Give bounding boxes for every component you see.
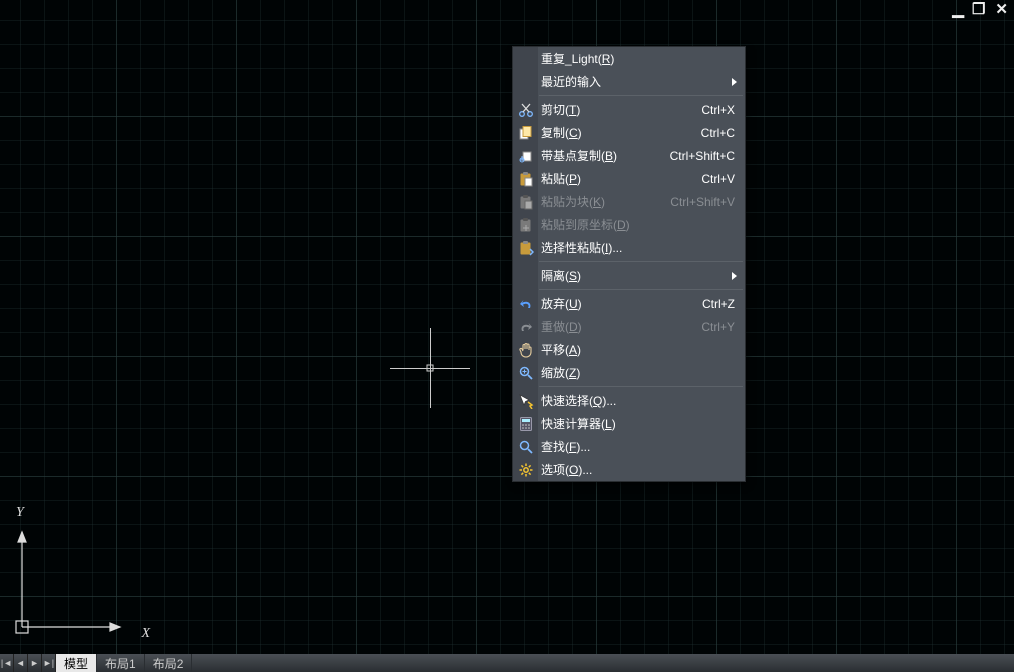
- menu-copybase-label: 带基点复制(B): [541, 147, 670, 164]
- menu-pan[interactable]: 平移(A): [513, 338, 745, 361]
- menu-isolate-label: 隔离(S): [541, 267, 735, 284]
- menu-find[interactable]: 查找(F)...: [513, 435, 745, 458]
- qcalc-icon: [517, 415, 535, 433]
- menu-pasteblock: 粘贴为块(K)Ctrl+Shift+V: [513, 190, 745, 213]
- pasteorig-icon: [517, 216, 535, 234]
- menu-pasteorig: 粘贴到原坐标(D): [513, 213, 745, 236]
- menu-options-label: 选项(O)...: [541, 461, 735, 478]
- menu-zoom[interactable]: 缩放(Z): [513, 361, 745, 384]
- menu-separator: [539, 95, 743, 96]
- tab-last-button[interactable]: ►|: [42, 654, 56, 672]
- tab-first-button[interactable]: |◄: [0, 654, 14, 672]
- menu-redo-label: 重做(D): [541, 318, 701, 335]
- menu-separator: [539, 261, 743, 262]
- menu-copybase-shortcut: Ctrl+Shift+C: [670, 149, 735, 163]
- pastespec-icon: [517, 239, 535, 257]
- pan-icon: [517, 341, 535, 359]
- menu-pastespec-label: 选择性粘贴(I)...: [541, 239, 735, 256]
- ucs-icon: Y X: [12, 517, 132, 637]
- restore-button[interactable]: ❐: [972, 2, 985, 17]
- qselect-icon: [517, 392, 535, 410]
- menu-qcalc-label: 快速计算器(L): [541, 415, 735, 432]
- menu-cut[interactable]: 剪切(T)Ctrl+X: [513, 98, 745, 121]
- menu-separator: [539, 289, 743, 290]
- tab-模型[interactable]: 模型: [56, 654, 97, 672]
- menu-zoom-label: 缩放(Z): [541, 364, 735, 381]
- menu-undo-shortcut: Ctrl+Z: [702, 297, 735, 311]
- menu-recent-input-label: 最近的输入: [541, 73, 735, 90]
- menu-isolate[interactable]: 隔离(S): [513, 264, 745, 287]
- zoom-icon: [517, 364, 535, 382]
- tab-布局2[interactable]: 布局2: [145, 654, 193, 672]
- pasteblock-icon: [517, 193, 535, 211]
- close-button[interactable]: ✕: [995, 2, 1008, 17]
- copybase-icon: [517, 147, 535, 165]
- ucs-x-label: X: [141, 626, 150, 642]
- menu-separator: [539, 386, 743, 387]
- menu-qcalc[interactable]: 快速计算器(L): [513, 412, 745, 435]
- menu-qselect-label: 快速选择(Q)...: [541, 392, 735, 409]
- minimize-button[interactable]: ▁: [952, 2, 962, 17]
- blank-icon: [517, 73, 535, 91]
- menu-cut-shortcut: Ctrl+X: [701, 103, 735, 117]
- menu-qselect[interactable]: 快速选择(Q)...: [513, 389, 745, 412]
- menu-redo: 重做(D)Ctrl+Y: [513, 315, 745, 338]
- ucs-y-label: Y: [16, 505, 24, 521]
- copy-icon: [517, 124, 535, 142]
- submenu-arrow-icon: [732, 78, 737, 86]
- menu-pasteblock-shortcut: Ctrl+Shift+V: [670, 195, 735, 209]
- tab-nav-buttons: |◄ ◄ ► ►|: [0, 654, 56, 672]
- menu-undo[interactable]: 放弃(U)Ctrl+Z: [513, 292, 745, 315]
- undo-icon: [517, 295, 535, 313]
- tab-布局1[interactable]: 布局1: [97, 654, 145, 672]
- menu-undo-label: 放弃(U): [541, 295, 702, 312]
- drawing-canvas[interactable]: [0, 0, 1014, 672]
- menu-repeat-label: 重复_Light(R): [541, 50, 735, 67]
- menu-pasteorig-label: 粘贴到原坐标(D): [541, 216, 735, 233]
- menu-paste[interactable]: 粘贴(P)Ctrl+V: [513, 167, 745, 190]
- menu-copy-label: 复制(C): [541, 124, 701, 141]
- blank-icon: [517, 50, 535, 68]
- menu-copy[interactable]: 复制(C)Ctrl+C: [513, 121, 745, 144]
- context-menu: 重复_Light(R)最近的输入剪切(T)Ctrl+X复制(C)Ctrl+C带基…: [512, 46, 746, 482]
- blank-icon: [517, 267, 535, 285]
- menu-cut-label: 剪切(T): [541, 101, 701, 118]
- cut-icon: [517, 101, 535, 119]
- redo-icon: [517, 318, 535, 336]
- menu-paste-label: 粘贴(P): [541, 170, 701, 187]
- menu-paste-shortcut: Ctrl+V: [701, 172, 735, 186]
- find-icon: [517, 438, 535, 456]
- menu-copybase[interactable]: 带基点复制(B)Ctrl+Shift+C: [513, 144, 745, 167]
- menu-copy-shortcut: Ctrl+C: [701, 126, 735, 140]
- paste-icon: [517, 170, 535, 188]
- menu-redo-shortcut: Ctrl+Y: [701, 320, 735, 334]
- menu-repeat[interactable]: 重复_Light(R): [513, 47, 745, 70]
- layout-tabs-bar: |◄ ◄ ► ►| 模型布局1布局2: [0, 654, 1014, 672]
- menu-pasteblock-label: 粘贴为块(K): [541, 193, 670, 210]
- menu-find-label: 查找(F)...: [541, 438, 735, 455]
- tab-next-button[interactable]: ►: [28, 654, 42, 672]
- submenu-arrow-icon: [732, 272, 737, 280]
- options-icon: [517, 461, 535, 479]
- menu-options[interactable]: 选项(O)...: [513, 458, 745, 481]
- menu-recent-input[interactable]: 最近的输入: [513, 70, 745, 93]
- tab-prev-button[interactable]: ◄: [14, 654, 28, 672]
- menu-pastespec[interactable]: 选择性粘贴(I)...: [513, 236, 745, 259]
- window-controls: ▁ ❐ ✕: [952, 2, 1008, 17]
- menu-pan-label: 平移(A): [541, 341, 735, 358]
